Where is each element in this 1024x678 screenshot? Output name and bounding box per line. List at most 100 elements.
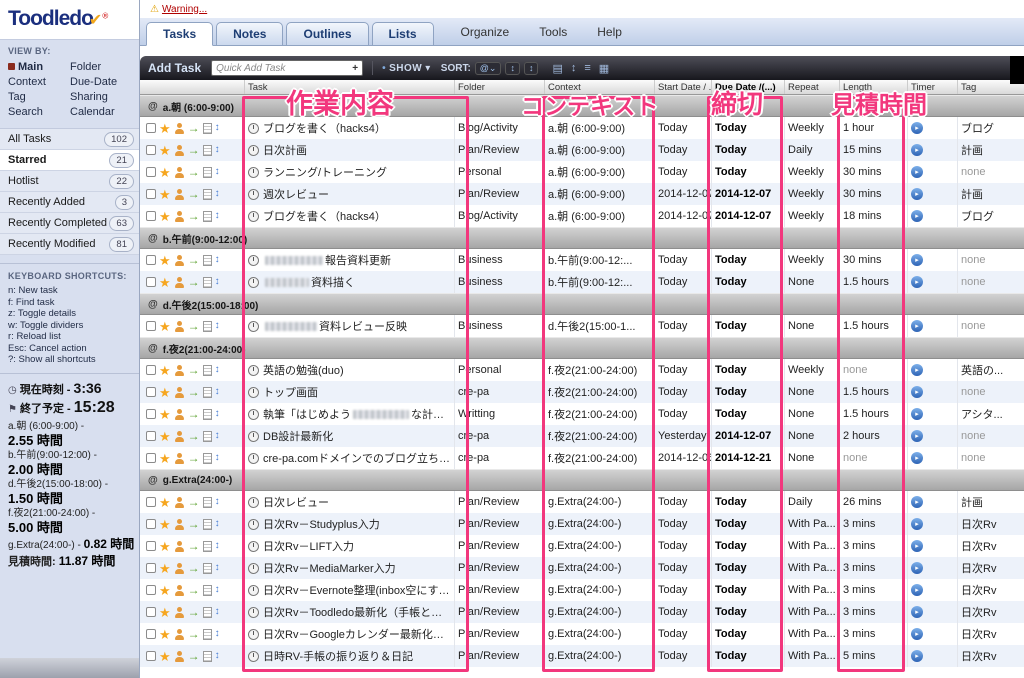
length-cell[interactable]: 1.5 hours: [840, 403, 908, 425]
sort-direction-button-2[interactable]: ↕: [524, 62, 539, 75]
view-link-due-date[interactable]: Due-Date: [70, 75, 131, 90]
task-row[interactable]: ★→↕英語の勉強(duo)Personalf.夜2(21:00-24:00)To…: [140, 359, 1024, 381]
task-name-cell[interactable]: 日次Rv－Evernote整理(inbox空にする）: [245, 579, 455, 601]
tag-cell[interactable]: ブログ: [958, 205, 1024, 227]
start-date-cell[interactable]: Today: [655, 601, 712, 623]
task-row[interactable]: ★→↕日時RV-手帳の振り返り＆日記Plan/Reviewg.Extra(24:…: [140, 645, 1024, 667]
context-cell[interactable]: a.朝 (6:00-9:00): [545, 139, 655, 161]
star-icon[interactable]: ★: [159, 540, 171, 553]
folder-cell[interactable]: Business: [455, 271, 545, 293]
start-date-cell[interactable]: Today: [655, 579, 712, 601]
repeat-cell[interactable]: Weekly: [785, 359, 840, 381]
reorder-icon[interactable]: ↕: [215, 541, 220, 551]
note-icon[interactable]: [203, 255, 212, 266]
goto-icon[interactable]: →: [188, 584, 200, 596]
task-row[interactable]: ★→↕日次Rv－Studyplus入力Plan/Reviewg.Extra(24…: [140, 513, 1024, 535]
folder-cell[interactable]: Blog/Activity: [455, 205, 545, 227]
context-cell[interactable]: b.午前(9:00-12:...: [545, 249, 655, 271]
reorder-icon[interactable]: ↕: [215, 321, 220, 331]
contact-icon[interactable]: [174, 321, 185, 332]
start-date-cell[interactable]: Yesterday: [655, 425, 712, 447]
task-row[interactable]: ★→↕日次Rv－Evernote整理(inbox空にする）Plan/Review…: [140, 579, 1024, 601]
task-name-cell[interactable]: トップ画面: [245, 381, 455, 403]
repeat-cell[interactable]: Weekly: [785, 183, 840, 205]
contact-icon[interactable]: [174, 189, 185, 200]
timer-start-icon[interactable]: ▸: [911, 276, 923, 288]
length-cell[interactable]: 18 mins: [840, 205, 908, 227]
task-name-cell[interactable]: ブログを書く（hacks4）: [245, 117, 455, 139]
timer-start-icon[interactable]: ▸: [911, 364, 923, 376]
task-row[interactable]: ★→↕ブログを書く（hacks4）Blog/Activitya.朝 (6:00-…: [140, 117, 1024, 139]
note-icon[interactable]: [203, 189, 212, 200]
start-date-cell[interactable]: 2014-12-06: [655, 447, 712, 469]
contact-icon[interactable]: [174, 365, 185, 376]
tag-cell[interactable]: none: [958, 249, 1024, 271]
reorder-icon[interactable]: ↕: [215, 145, 220, 155]
due-date-cell[interactable]: Today: [712, 513, 785, 535]
task-name-cell[interactable]: 日次レビュー: [245, 491, 455, 513]
context-cell[interactable]: f.夜2(21:00-24:00): [545, 359, 655, 381]
start-date-cell[interactable]: 2014-12-07: [655, 183, 712, 205]
notes-view-icon[interactable]: ▤: [552, 62, 562, 75]
repeat-cell[interactable]: None: [785, 315, 840, 337]
goto-icon[interactable]: →: [188, 210, 200, 222]
due-date-cell[interactable]: Today: [712, 117, 785, 139]
goto-icon[interactable]: →: [188, 430, 200, 442]
star-icon[interactable]: ★: [159, 430, 171, 443]
reorder-icon[interactable]: ↕: [215, 519, 220, 529]
task-row[interactable]: ★→↕DB設計最新化cre-paf.夜2(21:00-24:00)Yesterd…: [140, 425, 1024, 447]
context-cell[interactable]: g.Extra(24:00-): [545, 623, 655, 645]
length-cell[interactable]: 5 mins: [840, 645, 908, 667]
context-cell[interactable]: g.Extra(24:00-): [545, 513, 655, 535]
star-icon[interactable]: ★: [159, 166, 171, 179]
task-row[interactable]: ★→↕日次Rv－Googleカレンダー最新化（...Plan/Reviewg.E…: [140, 623, 1024, 645]
task-row[interactable]: ★→↕日次Rv－Toodledo最新化（手帳と同...Plan/Reviewg.…: [140, 601, 1024, 623]
due-date-cell[interactable]: 2014-12-07: [712, 425, 785, 447]
tag-cell[interactable]: 英語の...: [958, 359, 1024, 381]
sidebar-view-recently-completed[interactable]: Recently Completed63: [0, 213, 139, 234]
list-view-icon[interactable]: ≡: [584, 62, 590, 74]
checkbox[interactable]: [146, 365, 156, 375]
context-cell[interactable]: b.午前(9:00-12:...: [545, 271, 655, 293]
timer-start-icon[interactable]: ▸: [911, 210, 923, 222]
star-icon[interactable]: ★: [159, 188, 171, 201]
contact-icon[interactable]: [174, 519, 185, 530]
context-cell[interactable]: g.Extra(24:00-): [545, 557, 655, 579]
checkbox[interactable]: [146, 387, 156, 397]
context-cell[interactable]: f.夜2(21:00-24:00): [545, 425, 655, 447]
repeat-cell[interactable]: None: [785, 271, 840, 293]
tab-tasks[interactable]: Tasks: [146, 22, 213, 46]
star-icon[interactable]: ★: [159, 562, 171, 575]
start-date-cell[interactable]: Today: [655, 315, 712, 337]
contact-icon[interactable]: [174, 607, 185, 618]
reorder-icon[interactable]: ↕: [215, 255, 220, 265]
folder-cell[interactable]: Plan/Review: [455, 601, 545, 623]
length-cell[interactable]: 26 mins: [840, 491, 908, 513]
folder-cell[interactable]: Plan/Review: [455, 645, 545, 667]
task-name-cell[interactable]: 日次Rv－MediaMarker入力: [245, 557, 455, 579]
context-cell[interactable]: g.Extra(24:00-): [545, 645, 655, 667]
repeat-cell[interactable]: None: [785, 425, 840, 447]
timer-start-icon[interactable]: ▸: [911, 606, 923, 618]
note-icon[interactable]: [203, 431, 212, 442]
goto-icon[interactable]: →: [188, 386, 200, 398]
tag-cell[interactable]: アシタ...: [958, 403, 1024, 425]
toodledo-logo[interactable]: Toodledo: [8, 7, 93, 30]
context-cell[interactable]: d.午後2(15:00-1...: [545, 315, 655, 337]
star-icon[interactable]: ★: [159, 122, 171, 135]
tag-cell[interactable]: 日次Rv: [958, 601, 1024, 623]
goto-icon[interactable]: →: [188, 650, 200, 662]
note-icon[interactable]: [203, 585, 212, 596]
goto-icon[interactable]: →: [188, 276, 200, 288]
search-black-box[interactable]: [1010, 56, 1024, 84]
tag-cell[interactable]: none: [958, 315, 1024, 337]
goto-icon[interactable]: →: [188, 496, 200, 508]
star-icon[interactable]: ★: [159, 584, 171, 597]
contact-icon[interactable]: [174, 541, 185, 552]
timer-start-icon[interactable]: ▸: [911, 518, 923, 530]
task-row[interactable]: ★→↕ブログを書く（hacks4）Blog/Activitya.朝 (6:00-…: [140, 205, 1024, 227]
contact-icon[interactable]: [174, 453, 185, 464]
length-cell[interactable]: 15 mins: [840, 139, 908, 161]
note-icon[interactable]: [203, 409, 212, 420]
goto-icon[interactable]: →: [188, 254, 200, 266]
